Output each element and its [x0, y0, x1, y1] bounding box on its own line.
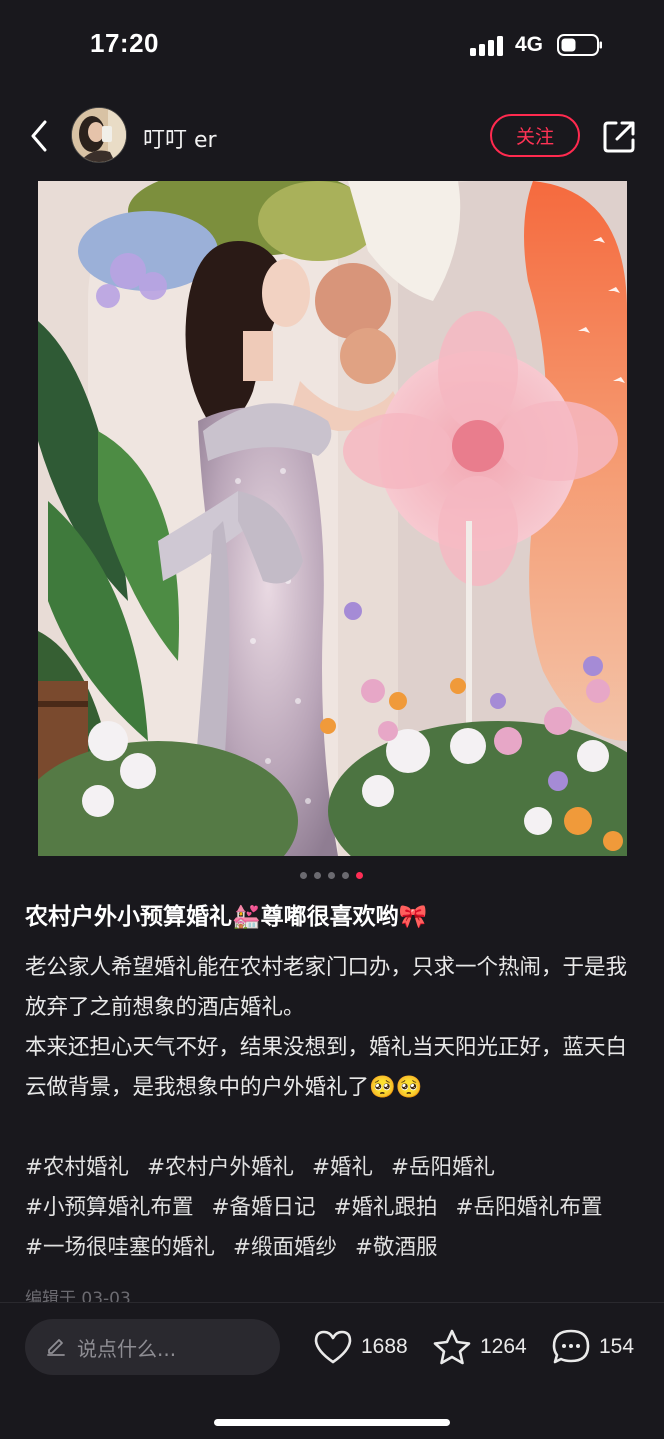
carousel-dot[interactable]: [300, 872, 307, 879]
wedding-photo: [38, 181, 627, 856]
comment-input[interactable]: 说点什么...: [25, 1319, 280, 1375]
comment-button[interactable]: 154: [551, 1327, 634, 1367]
hashtag-link[interactable]: #敬酒服: [355, 1228, 438, 1268]
comment-placeholder: 说点什么...: [77, 1336, 177, 1361]
avatar-image: [72, 108, 126, 162]
hashtag-link[interactable]: #备婚日记: [212, 1188, 316, 1228]
carousel-indicator: [300, 872, 363, 879]
hashtag-link[interactable]: #一场很哇塞的婚礼: [25, 1228, 215, 1268]
status-bar: 17:20 4G: [0, 0, 664, 90]
heart-icon: [314, 1330, 352, 1364]
favorite-button[interactable]: 1264: [432, 1327, 527, 1367]
hashtag-link[interactable]: #农村婚礼: [25, 1148, 129, 1188]
post-image[interactable]: [38, 181, 627, 856]
carousel-dot[interactable]: [342, 872, 349, 879]
hashtag-link[interactable]: #岳阳婚礼布置: [456, 1188, 603, 1228]
post-body-line: 本来还担心天气不好，结果没想到，婚礼当天阳光正好，蓝天白云做背景，是我想象中的户…: [25, 1035, 628, 1100]
signal-icon: [470, 34, 506, 56]
author-name[interactable]: 叮叮 er: [143, 122, 217, 154]
share-icon: [603, 121, 635, 153]
home-indicator[interactable]: [214, 1419, 450, 1426]
post-title: 农村户外小预算婚礼💒尊嘟很喜欢哟🎀: [25, 904, 428, 930]
battery-icon: [557, 34, 602, 56]
comment-count: 154: [599, 1335, 635, 1358]
post-body-line: 老公家人希望婚礼能在农村老家门口办，只求一个热闹，于是我放弃了之前想象的酒店婚礼…: [25, 955, 628, 1020]
carousel-dot[interactable]: [328, 872, 335, 879]
bottom-action-bar: 说点什么... 1688 1264 154: [0, 1302, 664, 1439]
hashtag-link[interactable]: #缎面婚纱: [233, 1228, 337, 1268]
pencil-icon: [47, 1339, 65, 1356]
follow-button[interactable]: 关注: [490, 114, 580, 157]
favorite-count: 1264: [480, 1335, 527, 1358]
tag-list: #农村婚礼 #农村户外婚礼 #婚礼 #岳阳婚礼 #小预算婚礼布置 #备婚日记 #婚礼跟拍 #岳…: [25, 1148, 645, 1268]
post-body: 老公家人希望婚礼能在农村老家门口办，只求一个热闹，于是我放弃了之前想象的酒店婚礼…: [25, 948, 635, 1108]
hashtag-link[interactable]: #岳阳婚礼: [391, 1148, 495, 1188]
hashtag-link[interactable]: #婚礼跟拍: [334, 1188, 438, 1228]
author-avatar[interactable]: [71, 107, 127, 163]
comment-icon: [552, 1329, 590, 1364]
share-button[interactable]: [600, 118, 638, 156]
like-button[interactable]: 1688: [313, 1327, 408, 1367]
network-type: 4G: [515, 33, 544, 56]
chevron-left-icon: [31, 120, 47, 152]
carousel-dot[interactable]: [356, 872, 363, 879]
hashtag-link[interactable]: #农村户外婚礼: [147, 1148, 294, 1188]
like-count: 1688: [361, 1335, 408, 1358]
carousel-dot[interactable]: [314, 872, 321, 879]
back-button[interactable]: [22, 116, 56, 156]
star-icon: [433, 1329, 471, 1365]
hashtag-link[interactable]: #婚礼: [312, 1148, 373, 1188]
status-time: 17:20: [90, 28, 159, 58]
post-header: 叮叮 er 关注: [0, 100, 664, 172]
hashtag-link[interactable]: #小预算婚礼布置: [25, 1188, 194, 1228]
